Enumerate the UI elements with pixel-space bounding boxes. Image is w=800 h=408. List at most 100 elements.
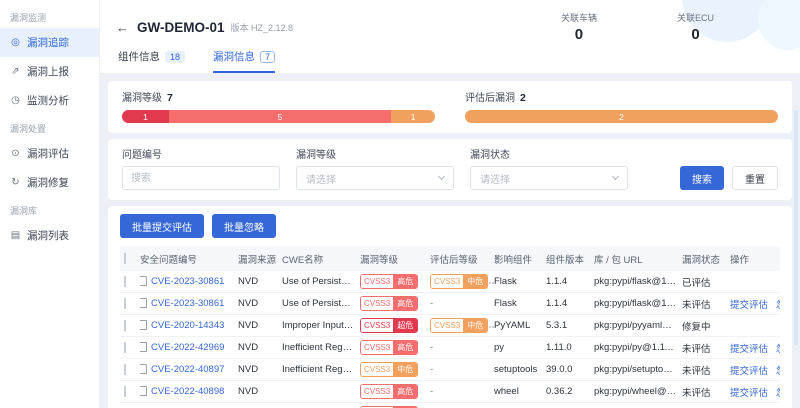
status-cell: 修复中 (682, 319, 730, 333)
report-icon: ⇗ (10, 66, 21, 77)
row-action-link[interactable]: 提交评估 (730, 363, 768, 377)
cve-id-link[interactable]: CVE-2020-14343 (151, 320, 224, 331)
filter-label: 漏洞状态 (470, 146, 628, 161)
select-placeholder: 请选择 (480, 171, 510, 186)
severity-badge: CVSS3高危 (360, 296, 418, 311)
assessed-vuln-label: 评估后漏洞2 (465, 89, 778, 104)
source-cell: NVD (238, 342, 282, 353)
row-action-link[interactable]: 忽略 (776, 363, 780, 377)
stat-label: 关联车辆 (561, 11, 597, 24)
row-checkbox[interactable] (124, 320, 126, 331)
reset-button[interactable]: 重置 (732, 166, 778, 190)
status-cell: 未评估 (682, 297, 730, 311)
sidebar-item-label: 漏洞列表 (27, 228, 69, 243)
sidebar-section-title: 漏洞库 (0, 197, 99, 221)
main-area: ← GW-DEMO-01 版本 HZ_2.12.8 关联车辆 0 关联ECU 0 (100, 0, 800, 408)
copy-icon[interactable] (140, 322, 147, 330)
tab-components[interactable]: 组件信息 18 (118, 49, 185, 73)
cwe-name-cell: Use of Persistent Co... (282, 276, 360, 287)
table-row: CVE-2022-40897 NVD Inefficient Regular E… (120, 359, 780, 381)
row-action-link[interactable]: 忽略 (776, 297, 780, 311)
back-arrow-icon[interactable]: ← (116, 20, 129, 35)
bar-segment: 2 (465, 110, 778, 123)
assessed-bar: 2 (465, 110, 778, 123)
cve-id-link[interactable]: CVE-2022-42969 (151, 342, 224, 353)
row-action-link[interactable]: 忽略 (776, 341, 780, 355)
vuln-level-label: 漏洞等级7 (122, 89, 435, 104)
copy-icon[interactable] (140, 278, 147, 286)
component-cell: setuptools (494, 364, 546, 375)
search-button[interactable]: 搜索 (680, 166, 724, 190)
vuln-status-select[interactable]: 请选择 (470, 166, 628, 190)
vuln-level-select[interactable]: 请选择 (296, 166, 454, 190)
stat-vehicles: 关联车辆 0 (561, 11, 597, 43)
list-icon: ▤ (10, 230, 21, 241)
batch-ignore-button[interactable]: 批量忽略 (212, 214, 276, 238)
tab-bar: 组件信息 18 漏洞信息 7 (100, 43, 800, 73)
sidebar-item-vuln-report[interactable]: ⇗ 漏洞上报 (0, 57, 99, 86)
summary-title: 漏洞等级 (122, 93, 162, 104)
row-action-link[interactable]: 提交评估 (730, 385, 768, 399)
copy-icon[interactable] (140, 366, 147, 374)
tab-count-badge: 7 (260, 51, 275, 63)
row-action-link[interactable]: 忽略 (776, 385, 780, 399)
level-cell: CVSS3高危 (360, 340, 430, 355)
component-cell: py (494, 342, 546, 353)
tab-label: 组件信息 (118, 49, 160, 64)
table-header: 安全问题编号 漏洞来源 CWE名称 漏洞等级 评估后等级 影响组件 组件版本 库… (120, 246, 780, 271)
sidebar-item-label: 漏洞修复 (27, 175, 69, 190)
issue-id-search-input[interactable] (122, 166, 280, 190)
row-checkbox[interactable] (124, 364, 126, 375)
app-window: 漏洞监测 ◎ 漏洞追踪 ⇗ 漏洞上报 ◷ 监测分析 漏洞处置 ⊙ 漏洞评估 ↻ … (0, 0, 800, 408)
stat-value: 0 (677, 26, 714, 43)
sidebar-item-vuln-assess[interactable]: ⊙ 漏洞评估 (0, 139, 99, 168)
batch-submit-assess-button[interactable]: 批量提交评估 (120, 214, 204, 238)
cve-id-link[interactable]: CVE-2022-40897 (151, 364, 224, 375)
row-action-link[interactable]: 提交评估 (730, 297, 768, 311)
scrollbar-thumb[interactable] (794, 110, 798, 345)
select-all-checkbox[interactable] (124, 253, 126, 264)
package-url-cell: pkg:pypi/flask@1.1.4 (594, 298, 682, 309)
cve-id-link[interactable]: CVE-2022-40898 (151, 386, 224, 397)
row-checkbox[interactable] (124, 276, 126, 287)
tab-vulnerabilities[interactable]: 漏洞信息 7 (213, 49, 275, 73)
version-label: 版本 HZ_2.12.8 (230, 21, 293, 34)
package-url-cell: pkg:pypi/pyyaml@5.3.1 (594, 320, 682, 331)
package-url-cell: pkg:pypi/flask@1.1.4 (594, 276, 682, 287)
source-cell: NVD (238, 320, 282, 331)
copy-icon[interactable] (140, 300, 147, 308)
cwe-name-cell: Inefficient Regular Ex... (282, 342, 360, 353)
assessed-level-cell: CVSS3中危 (430, 274, 494, 289)
sidebar-item-vuln-tracking[interactable]: ◎ 漏洞追踪 (0, 28, 99, 57)
row-action-link[interactable]: 提交评估 (730, 341, 768, 355)
column-header: 库 / 包 URL (594, 252, 682, 266)
version-cell: 39.0.0 (546, 364, 594, 375)
level-cell: CVSS3中危 (360, 362, 430, 377)
row-checkbox[interactable] (124, 342, 126, 353)
status-cell: 未评估 (682, 385, 730, 399)
copy-icon[interactable] (140, 344, 147, 352)
page-title: GW-DEMO-01 (137, 20, 224, 35)
status-cell: 已评估 (682, 275, 730, 289)
repair-icon: ↻ (10, 177, 21, 188)
filter-vuln-level: 漏洞等级 请选择 (296, 146, 454, 190)
header-stats: 关联车辆 0 关联ECU 0 (561, 11, 784, 43)
cve-id-link[interactable]: CVE-2023-30861 (151, 298, 224, 309)
column-header: 漏洞等级 (360, 252, 430, 266)
target-icon: ◎ (10, 37, 21, 48)
row-checkbox[interactable] (124, 298, 126, 309)
assessed-level-cell: - (430, 342, 494, 353)
copy-icon[interactable] (140, 388, 147, 396)
component-cell: wheel (494, 386, 546, 397)
sidebar-item-vuln-list[interactable]: ▤ 漏洞列表 (0, 221, 99, 250)
filter-card: 问题编号 漏洞等级 请选择 漏洞状态 请选择 (108, 139, 792, 200)
actions-cell: 提交评估忽略 (730, 385, 780, 399)
sidebar-item-monitor-analysis[interactable]: ◷ 监测分析 (0, 86, 99, 115)
cve-id-link[interactable]: CVE-2023-30861 (151, 276, 224, 287)
filter-issue-id: 问题编号 (122, 146, 280, 190)
cwe-name-cell: Inefficient Regular Ex... (282, 364, 360, 375)
chevron-down-icon (612, 173, 619, 180)
version-cell: 5.3.1 (546, 320, 594, 331)
row-checkbox[interactable] (124, 386, 126, 397)
sidebar-item-vuln-repair[interactable]: ↻ 漏洞修复 (0, 168, 99, 197)
